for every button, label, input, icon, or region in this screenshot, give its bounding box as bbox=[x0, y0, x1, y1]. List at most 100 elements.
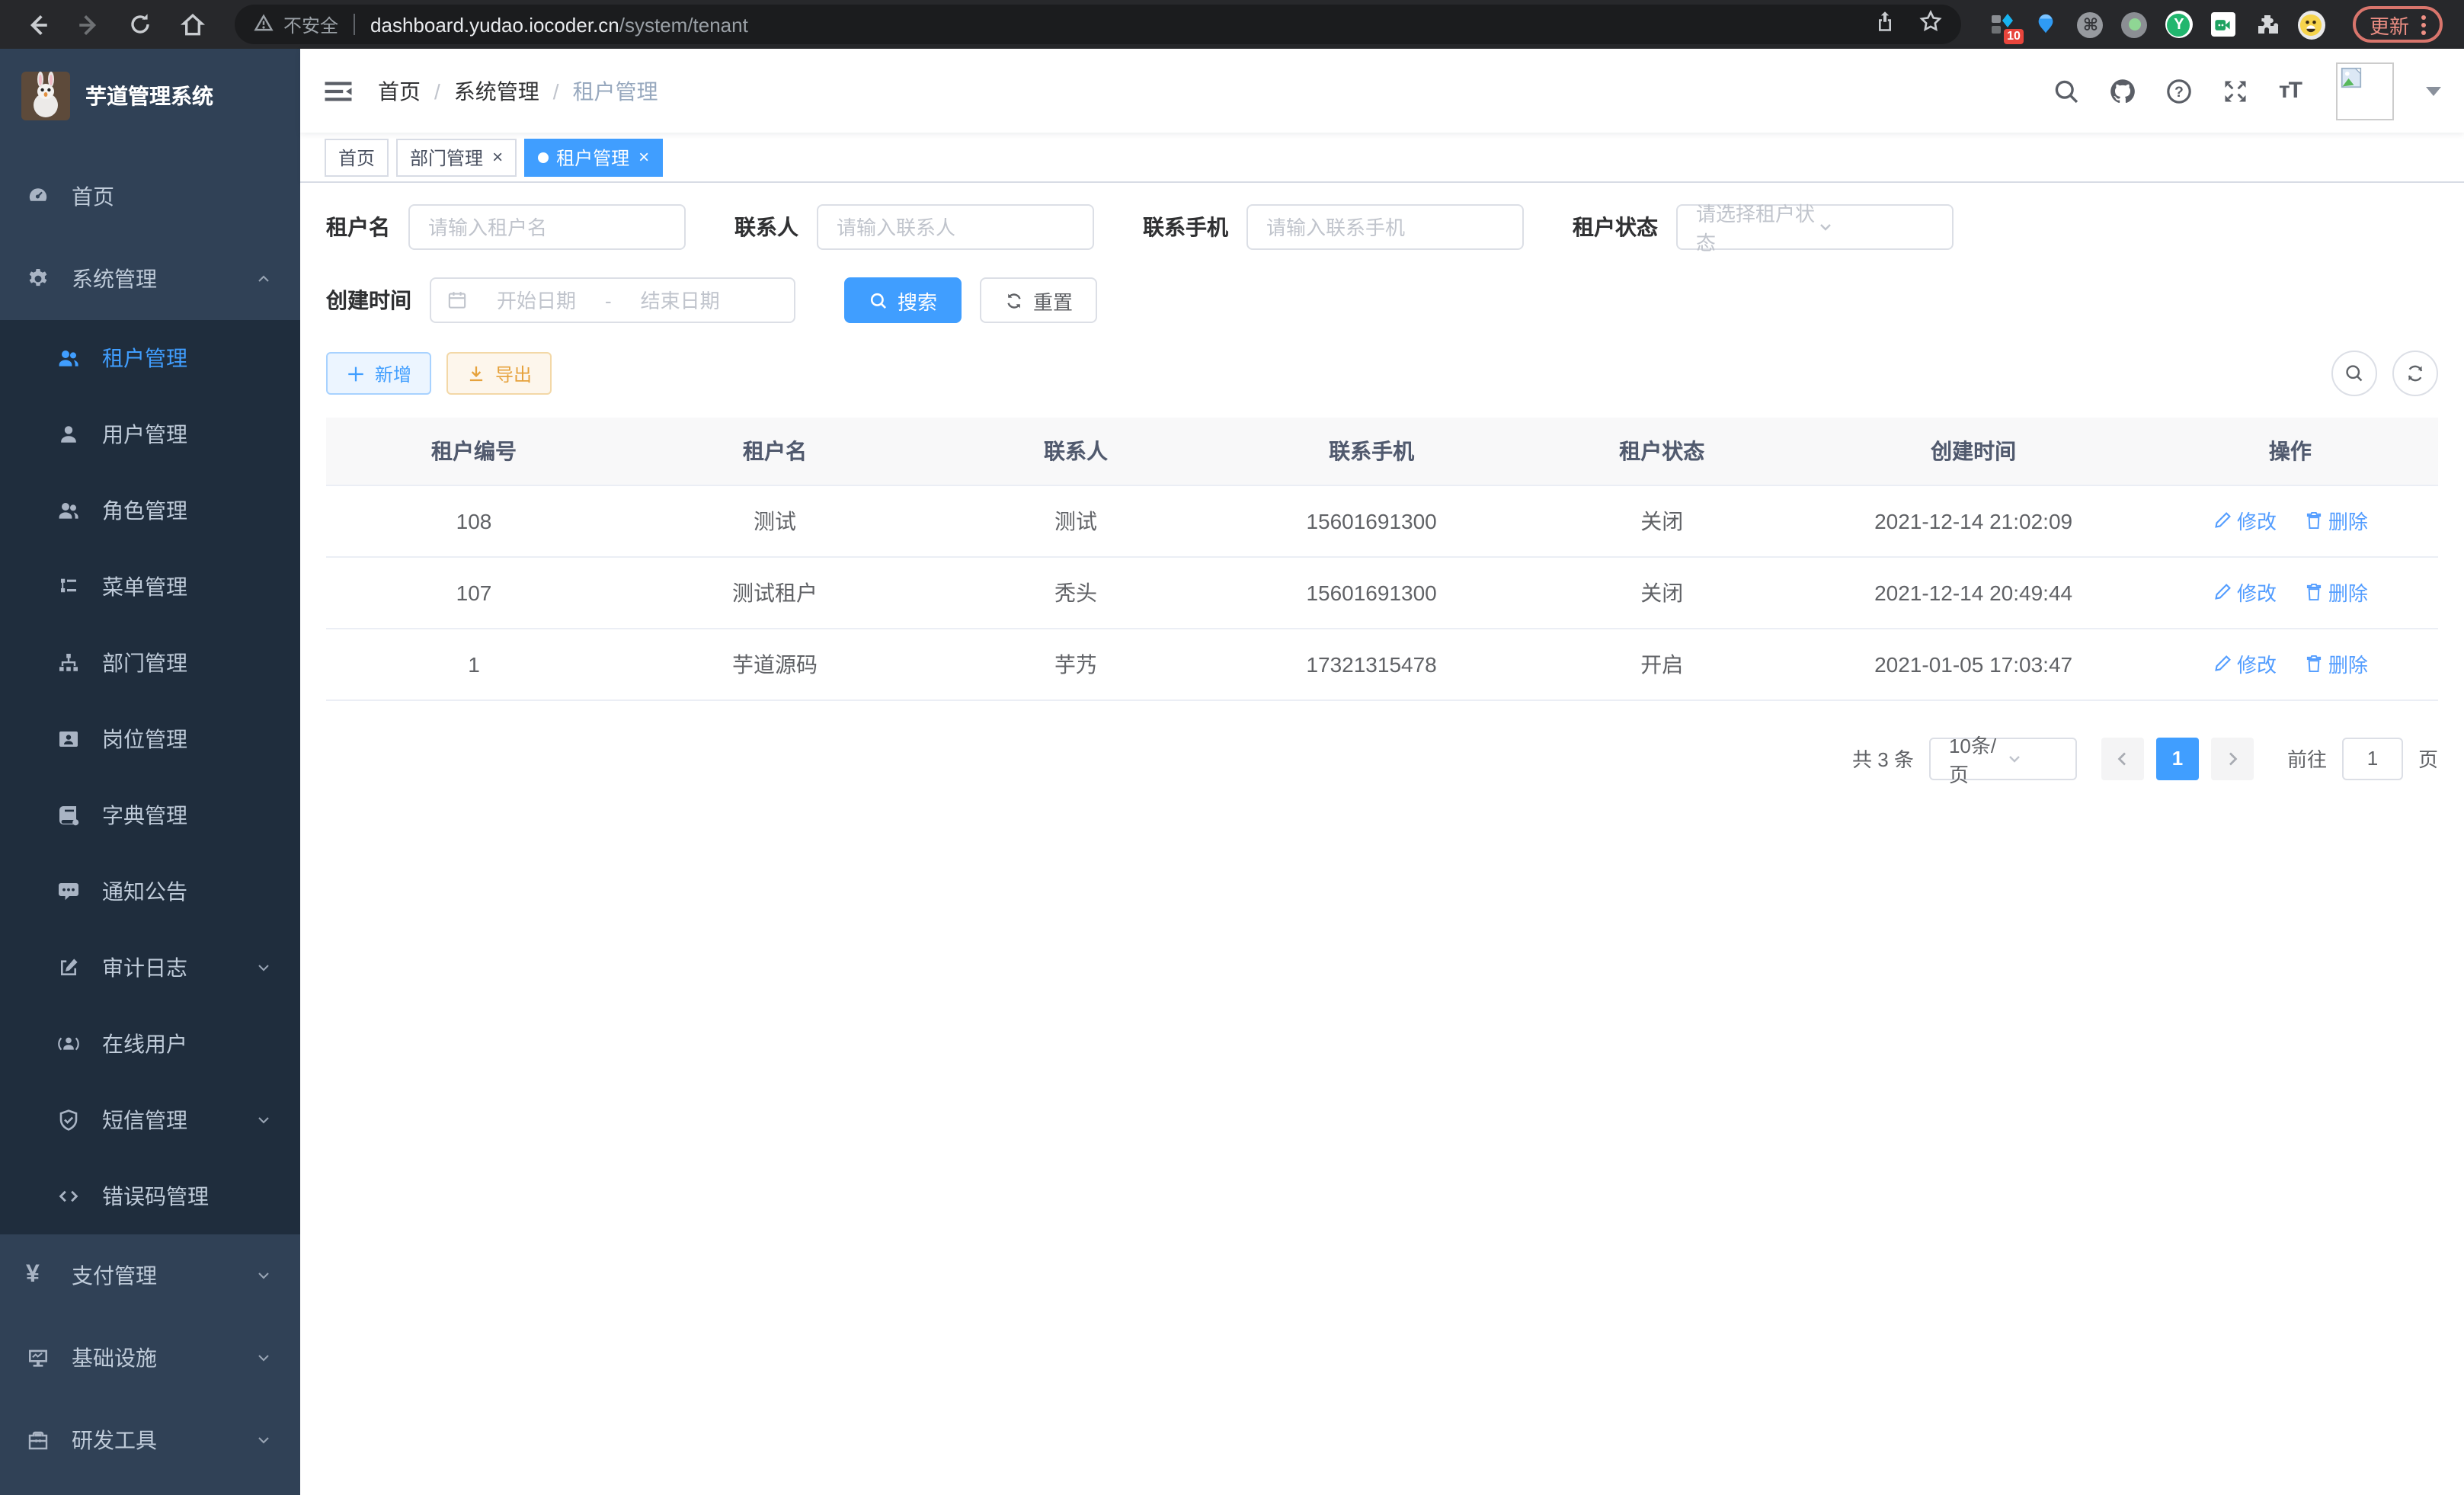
edit-button[interactable]: 修改 bbox=[2213, 578, 2277, 607]
close-icon[interactable]: × bbox=[492, 146, 503, 168]
prev-page-button[interactable] bbox=[2101, 737, 2144, 780]
forward-icon[interactable] bbox=[67, 3, 110, 46]
peoples-icon bbox=[56, 498, 81, 523]
add-button[interactable]: 新增 bbox=[326, 352, 431, 395]
extensions-puzzle-icon[interactable] bbox=[2254, 11, 2281, 38]
app-logo[interactable]: 芋道管理系统 bbox=[0, 49, 300, 143]
sidebar-item-sms[interactable]: 短信管理 bbox=[0, 1082, 300, 1158]
create-time-range-picker[interactable]: - bbox=[430, 277, 795, 323]
start-date-input[interactable] bbox=[477, 289, 596, 312]
bookmark-star-icon[interactable] bbox=[1918, 8, 1943, 40]
extension-meet-icon[interactable] bbox=[2210, 11, 2237, 38]
sidebar-item-error-code[interactable]: 错误码管理 bbox=[0, 1158, 300, 1234]
delete-button[interactable]: 删除 bbox=[2304, 649, 2368, 678]
delete-button[interactable]: 删除 bbox=[2304, 506, 2368, 535]
status-text: 开启 bbox=[1519, 628, 1804, 699]
breadcrumb-home[interactable]: 首页 bbox=[378, 75, 421, 106]
app-title: 芋道管理系统 bbox=[85, 81, 213, 111]
tab-dept[interactable]: 部门管理× bbox=[396, 138, 517, 176]
message-icon bbox=[56, 879, 81, 904]
github-icon[interactable] bbox=[2110, 77, 2137, 104]
reset-button[interactable]: 重置 bbox=[980, 277, 1097, 323]
col-created: 创建时间 bbox=[1804, 418, 2142, 485]
extension-balloon-icon[interactable] bbox=[2033, 11, 2060, 38]
page-number-button[interactable]: 1 bbox=[2156, 737, 2199, 780]
sidebar-item-menu[interactable]: 菜单管理 bbox=[0, 549, 300, 625]
sidebar-item-notice[interactable]: 通知公告 bbox=[0, 853, 300, 930]
contact-input[interactable] bbox=[817, 204, 1094, 250]
badge-icon bbox=[56, 727, 81, 751]
browser-update-button[interactable]: 更新 bbox=[2353, 6, 2443, 43]
sidebar-toggle-icon[interactable] bbox=[323, 75, 354, 106]
sidebar-item-tenant[interactable]: 租户管理 bbox=[0, 320, 300, 396]
goto-page-input[interactable] bbox=[2342, 737, 2403, 780]
table-row[interactable]: 108 测试 测试 15601691300 关闭 2021-12-14 21:0… bbox=[326, 485, 2438, 556]
extension-command-icon[interactable]: ⌘ bbox=[2077, 11, 2104, 38]
sidebar-item-pay[interactable]: ¥ 支付管理 bbox=[0, 1234, 300, 1317]
chevron-down-icon bbox=[2006, 749, 2063, 767]
refresh-button[interactable] bbox=[2392, 351, 2438, 396]
toggle-search-button[interactable] bbox=[2331, 351, 2377, 396]
sidebar-item-dev-tools[interactable]: 研发工具 bbox=[0, 1399, 300, 1481]
share-icon[interactable] bbox=[1873, 8, 1897, 40]
calendar-icon bbox=[446, 290, 468, 311]
divider bbox=[354, 14, 355, 35]
help-icon[interactable]: ? bbox=[2166, 77, 2194, 104]
search-button[interactable]: 搜索 bbox=[844, 277, 962, 323]
page-size-select[interactable]: 10条/页 bbox=[1929, 737, 2077, 780]
table-row[interactable]: 107 测试租户 秃头 15601691300 关闭 2021-12-14 20… bbox=[326, 556, 2438, 628]
address-bar[interactable]: 不安全 dashboard.yudao.iocoder.cn/system/te… bbox=[235, 5, 1961, 44]
profile-avatar-icon[interactable] bbox=[2298, 11, 2325, 38]
edit-button[interactable]: 修改 bbox=[2213, 506, 2277, 535]
online-user-icon bbox=[56, 1032, 81, 1056]
extension-y-icon[interactable]: Y bbox=[2165, 11, 2193, 38]
col-status: 租户状态 bbox=[1519, 418, 1804, 485]
end-date-input[interactable] bbox=[621, 289, 740, 312]
col-tenant-id: 租户编号 bbox=[326, 418, 622, 485]
sidebar-item-dict[interactable]: 字典管理 bbox=[0, 777, 300, 853]
col-contact: 联系人 bbox=[928, 418, 1224, 485]
reload-icon[interactable] bbox=[119, 3, 162, 46]
breadcrumb-section[interactable]: 系统管理 bbox=[454, 75, 539, 106]
logo-image bbox=[21, 72, 70, 120]
chevron-down-icon bbox=[254, 1431, 273, 1449]
tab-home[interactable]: 首页 bbox=[325, 138, 389, 176]
sidebar-item-system[interactable]: 系统管理 bbox=[0, 238, 300, 320]
contact-label: 联系人 bbox=[734, 212, 798, 242]
mobile-input[interactable] bbox=[1246, 204, 1524, 250]
export-button[interactable]: 导出 bbox=[446, 352, 552, 395]
sidebar-item-home[interactable]: 首页 bbox=[0, 155, 300, 238]
total-count: 共 3 条 bbox=[1852, 744, 1914, 773]
extension-record-icon[interactable] bbox=[2121, 11, 2149, 38]
sidebar-item-post[interactable]: 岗位管理 bbox=[0, 701, 300, 777]
avatar-caret-icon[interactable] bbox=[2426, 87, 2441, 104]
fullscreen-icon[interactable] bbox=[2222, 77, 2250, 104]
chevron-down-icon bbox=[1816, 218, 1937, 236]
table-header-row: 租户编号 租户名 联系人 联系手机 租户状态 创建时间 操作 bbox=[326, 418, 2438, 485]
extension-badge: 10 bbox=[2004, 29, 2024, 44]
sidebar-item-user[interactable]: 用户管理 bbox=[0, 396, 300, 472]
back-icon[interactable] bbox=[15, 3, 58, 46]
delete-button[interactable]: 删除 bbox=[2304, 578, 2368, 607]
edit-button[interactable]: 修改 bbox=[2213, 649, 2277, 678]
extension-grid-icon[interactable]: 10 bbox=[1989, 11, 2016, 38]
home-icon[interactable] bbox=[171, 3, 213, 46]
tenant-name-input[interactable] bbox=[408, 204, 686, 250]
table-row[interactable]: 1 芋道源码 芋艿 17321315478 开启 2021-01-05 17:0… bbox=[326, 628, 2438, 699]
security-status[interactable]: 不安全 bbox=[253, 11, 338, 37]
sidebar-item-dept[interactable]: 部门管理 bbox=[0, 625, 300, 701]
tab-tenant[interactable]: 租户管理× bbox=[524, 138, 663, 176]
sidebar-item-role[interactable]: 角色管理 bbox=[0, 472, 300, 549]
browser-menu-icon[interactable] bbox=[2421, 14, 2426, 34]
sidebar-item-audit-log[interactable]: 审计日志 bbox=[0, 930, 300, 1006]
next-page-button[interactable] bbox=[2211, 737, 2254, 780]
status-select[interactable]: 请选择租户状态 bbox=[1676, 204, 1954, 250]
font-size-icon[interactable]: тT bbox=[2279, 78, 2301, 104]
sidebar-item-online-user[interactable]: 在线用户 bbox=[0, 1006, 300, 1082]
user-avatar[interactable] bbox=[2336, 62, 2394, 120]
sidebar-item-infra[interactable]: 基础设施 bbox=[0, 1317, 300, 1399]
header-search-icon[interactable] bbox=[2053, 77, 2081, 104]
close-icon[interactable]: × bbox=[638, 146, 649, 168]
mobile-label: 联系手机 bbox=[1143, 212, 1228, 242]
page-content: 租户名 联系人 联系手机 租户状态 请选择租户状态 创建时间 bbox=[300, 183, 2464, 1495]
